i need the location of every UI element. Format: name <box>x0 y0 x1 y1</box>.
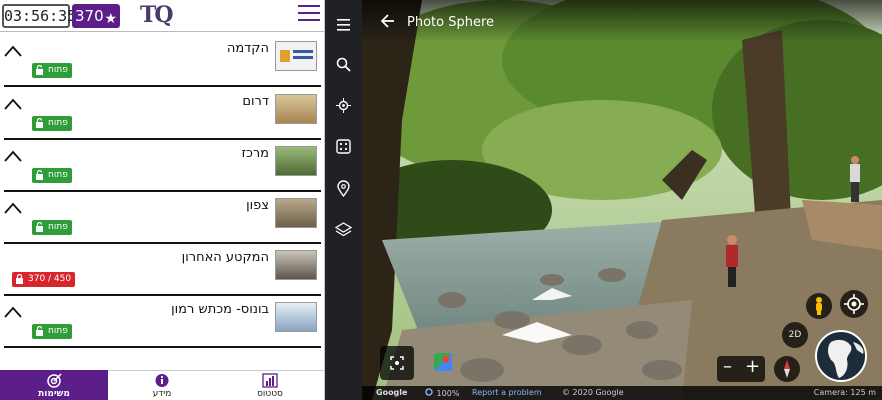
section-title: המקטע האחרון <box>181 250 269 265</box>
magnifier-icon <box>425 388 433 396</box>
info-icon <box>155 374 169 387</box>
status-badge-label: 370 / 450 <box>28 274 72 284</box>
section-thumbnail <box>275 41 317 71</box>
my-location-button[interactable] <box>840 290 868 318</box>
countdown-timer: 03:56:35 <box>2 4 76 28</box>
globe-minimap[interactable] <box>815 330 867 382</box>
divider <box>4 346 321 348</box>
section-thumbnail <box>275 250 317 280</box>
status-badge: פתוח <box>32 220 72 235</box>
section-item[interactable]: המקטע האחרון 370 / 450 <box>0 244 324 296</box>
crosshair-icon <box>844 294 864 314</box>
top-bar: 03:56:35 370 ★ TQ <box>0 0 324 32</box>
star-icon: ★ <box>104 11 117 27</box>
section-thumbnail <box>275 94 317 124</box>
status-badge: פתוח <box>32 116 72 131</box>
location-pin-icon[interactable] <box>335 180 352 197</box>
chevron-up-icon[interactable] <box>4 45 22 57</box>
status-badge: פתוח <box>32 324 72 339</box>
status-badge-label: פתוח <box>48 222 68 232</box>
section-item[interactable]: מרכז פתוח <box>0 140 324 192</box>
tab-status[interactable]: סטטוס <box>216 370 324 400</box>
section-title: דרום <box>242 94 269 109</box>
status-badge-label: פתוח <box>48 65 68 75</box>
tab-tasks-label: משימות <box>38 389 70 399</box>
chevron-up-icon[interactable] <box>4 98 22 110</box>
points-badge: 370 ★ <box>72 4 120 28</box>
layers-icon[interactable] <box>335 221 352 238</box>
unlock-icon <box>36 170 43 180</box>
compass-button[interactable] <box>774 356 800 382</box>
pegman-button[interactable] <box>806 293 832 319</box>
section-thumbnail <box>275 198 317 228</box>
dice-icon[interactable] <box>335 138 352 155</box>
section-item[interactable]: דרום פתוח <box>0 88 324 140</box>
hamburger-menu-button[interactable] <box>298 5 320 23</box>
google-maps-icon <box>434 353 452 371</box>
zoom-level-indicator: 100% <box>425 388 459 398</box>
tab-info[interactable]: מידע <box>108 370 216 400</box>
menu-icon[interactable] <box>335 16 352 33</box>
chevron-up-icon[interactable] <box>4 150 22 162</box>
copyright-text: © 2020 Google <box>562 388 624 397</box>
divider <box>4 85 321 87</box>
search-icon[interactable] <box>335 56 352 73</box>
tab-status-label: סטטוס <box>257 389 283 399</box>
section-item[interactable]: צפון פתוח <box>0 192 324 244</box>
app-logo: TQ <box>140 2 174 28</box>
status-badge: 370 / 450 <box>12 272 76 287</box>
bottom-nav: משימות מידע סטטוס <box>0 370 324 400</box>
photo-sphere-title: Photo Sphere <box>407 15 495 30</box>
maps-sidebar <box>325 0 362 400</box>
street-view-panel: Photo Sphere – + 2D Google 100% Report a… <box>325 0 882 400</box>
points-value: 370 <box>75 7 104 25</box>
status-badge-label: פתוח <box>48 170 68 180</box>
back-arrow-icon[interactable] <box>381 14 395 28</box>
frame-icon <box>390 356 404 370</box>
tab-tasks[interactable]: משימות <box>0 370 108 400</box>
report-problem-link[interactable]: Report a problem <box>472 388 542 397</box>
section-item[interactable]: בונוס- מכתש רמון פתוח <box>0 296 324 348</box>
chevron-up-icon[interactable] <box>4 306 22 318</box>
street-view-footer: Google 100% Report a problem © 2020 Goog… <box>362 386 882 400</box>
app-panel: 03:56:35 370 ★ TQ הקדמה פתוח דרום פתוח מ… <box>0 0 325 400</box>
section-title: מרכז <box>241 146 269 161</box>
section-thumbnail <box>275 302 317 332</box>
unlock-icon <box>36 118 43 128</box>
pegman-icon <box>816 297 822 315</box>
compass-icon <box>784 360 790 378</box>
status-badge: פתוח <box>32 63 72 78</box>
2d-toggle-button[interactable]: 2D <box>782 322 808 348</box>
lock-icon <box>16 274 23 284</box>
chevron-up-icon[interactable] <box>4 202 22 214</box>
camera-distance: Camera: 125 m <box>813 388 876 397</box>
section-title: בונוס- מכתש רמון <box>171 302 269 317</box>
unlock-icon <box>36 222 43 232</box>
target-icon <box>47 373 62 388</box>
zoom-control: – + <box>717 356 765 382</box>
chart-icon <box>262 373 278 388</box>
explore-icon[interactable] <box>335 97 352 114</box>
google-logo: Google <box>376 388 408 397</box>
section-item[interactable]: הקדמה פתוח <box>0 35 324 87</box>
unlock-icon <box>36 65 43 75</box>
status-badge: פתוח <box>32 168 72 183</box>
section-title: הקדמה <box>226 41 269 56</box>
status-badge-label: פתוח <box>48 118 68 128</box>
section-thumbnail <box>275 146 317 176</box>
zoom-out-button[interactable]: – <box>723 356 732 377</box>
status-badge-label: פתוח <box>48 326 68 336</box>
unlock-icon <box>36 326 43 336</box>
tab-info-label: מידע <box>152 389 172 399</box>
fullscreen-frame-button[interactable] <box>380 346 414 380</box>
zoom-level-text: 100% <box>436 389 460 398</box>
section-title: צפון <box>246 198 269 213</box>
zoom-in-button[interactable]: + <box>745 356 760 377</box>
